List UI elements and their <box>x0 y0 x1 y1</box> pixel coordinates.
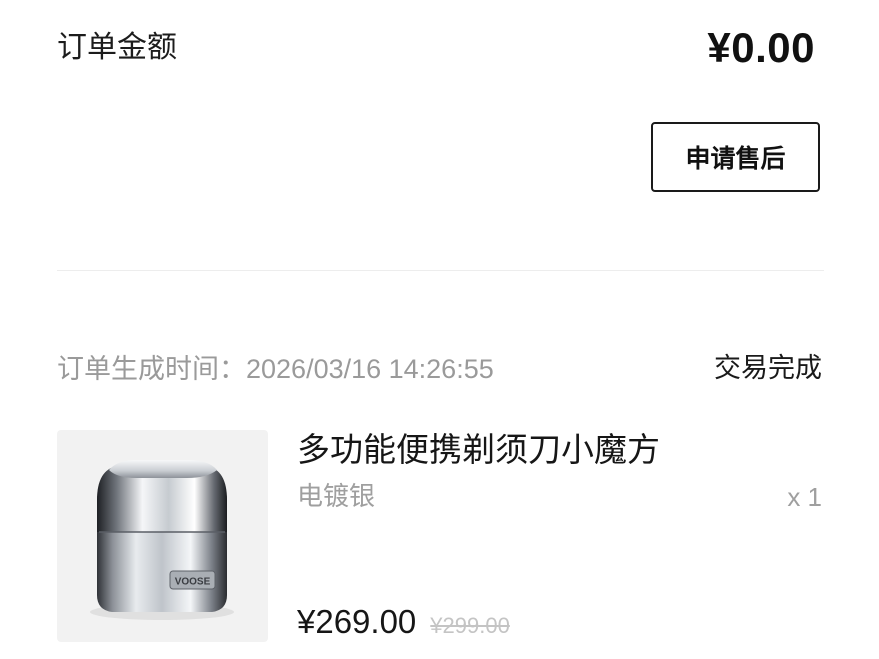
product-quantity: x 1 <box>787 482 822 512</box>
product-title[interactable]: 多功能便携剃须刀小魔方 <box>297 428 660 472</box>
created-time-label: 订单生成时间： <box>57 354 246 384</box>
silver-cube-shaver-image: VOOSE <box>90 460 234 620</box>
order-amount-label: 订单金额 <box>57 30 177 65</box>
product-thumbnail[interactable]: VOOSE <box>57 430 268 642</box>
product-variant: 电镀银 <box>297 482 376 512</box>
order-amount-value: ¥0.00 <box>707 24 815 71</box>
product-price: ¥269.00 <box>297 603 417 640</box>
product-original-price: ¥299.00 <box>430 613 510 638</box>
created-time-value: 2026/03/16 14:26:55 <box>246 354 494 384</box>
section-divider <box>57 270 824 271</box>
brand-logo-text: VOOSE <box>175 577 211 588</box>
apply-after-sale-button[interactable]: 申请售后 <box>651 122 820 192</box>
order-created-time: 订单生成时间：2026/03/16 14:26:55 <box>57 350 494 389</box>
order-status: 交易完成 <box>714 353 822 384</box>
product-price-row: ¥269.00 ¥299.00 <box>297 600 510 644</box>
